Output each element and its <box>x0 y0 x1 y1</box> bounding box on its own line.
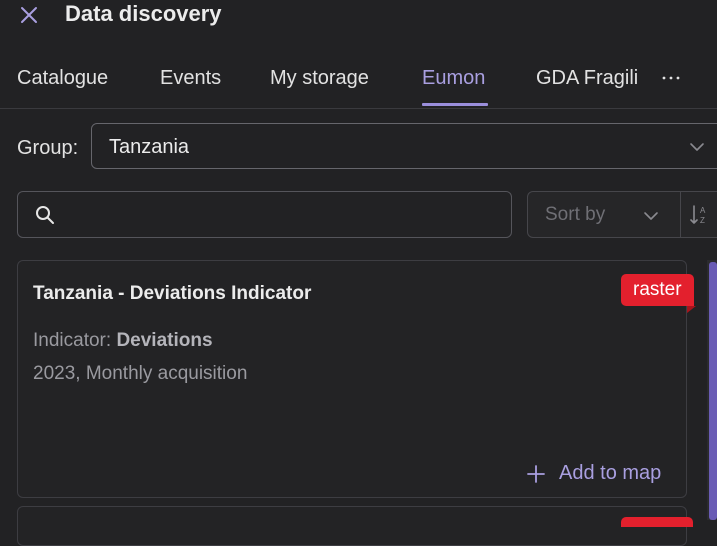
indicator-prefix: Indicator: <box>33 330 117 351</box>
svg-text:Z: Z <box>700 216 705 225</box>
indicator-value: Deviations <box>116 330 213 351</box>
tab-eumon[interactable]: Eumon <box>422 67 485 90</box>
tab-events[interactable]: Events <box>160 67 221 90</box>
page-title: Data discovery <box>65 1 222 26</box>
tab-bar: Catalogue Events My storage Eumon GDA Fr… <box>0 56 717 109</box>
sort-alpha-ascending-icon: A Z <box>690 205 706 225</box>
group-label: Group: <box>17 137 79 159</box>
tab-my-storage[interactable]: My storage <box>270 67 369 90</box>
tab-catalogue[interactable]: Catalogue <box>17 67 108 90</box>
panel-header: Data discovery <box>0 0 717 36</box>
close-button[interactable] <box>16 2 42 28</box>
svg-text:A: A <box>700 206 706 215</box>
badge-fold <box>687 306 696 313</box>
tab-gda-fragili[interactable]: GDA Fragili <box>536 67 638 90</box>
add-to-map-label: Add to map <box>559 462 662 484</box>
sort-by-placeholder: Sort by <box>545 204 606 225</box>
plus-icon <box>527 465 545 483</box>
card-acquisition: 2023, Monthly acquisition <box>33 363 248 384</box>
raster-badge-partial <box>621 517 693 527</box>
search-input[interactable] <box>68 200 502 230</box>
card-indicator: Indicator: Deviations <box>33 330 213 352</box>
chevron-down-icon <box>690 143 704 151</box>
chevron-down-icon <box>644 212 658 220</box>
card-title: Tanzania - Deviations Indicator <box>33 283 312 304</box>
close-icon <box>21 7 37 23</box>
sort-order-button[interactable]: A Z <box>681 192 717 237</box>
sort-control: Sort by A Z <box>527 191 717 238</box>
group-selected-value: Tanzania <box>109 136 190 158</box>
tabs-more-button[interactable] <box>662 68 680 86</box>
sort-by-select[interactable]: Sort by <box>528 192 680 237</box>
search-box <box>17 191 512 238</box>
scrollbar-thumb[interactable] <box>709 262 717 520</box>
dataset-card-next[interactable] <box>17 506 693 546</box>
more-horizontal-icon <box>662 76 680 80</box>
search-icon <box>36 206 54 224</box>
raster-badge: raster <box>621 274 694 306</box>
active-tab-indicator <box>422 103 488 106</box>
dataset-card[interactable]: Tanzania - Deviations Indicator raster I… <box>17 260 696 498</box>
group-select[interactable]: Tanzania <box>91 123 717 169</box>
